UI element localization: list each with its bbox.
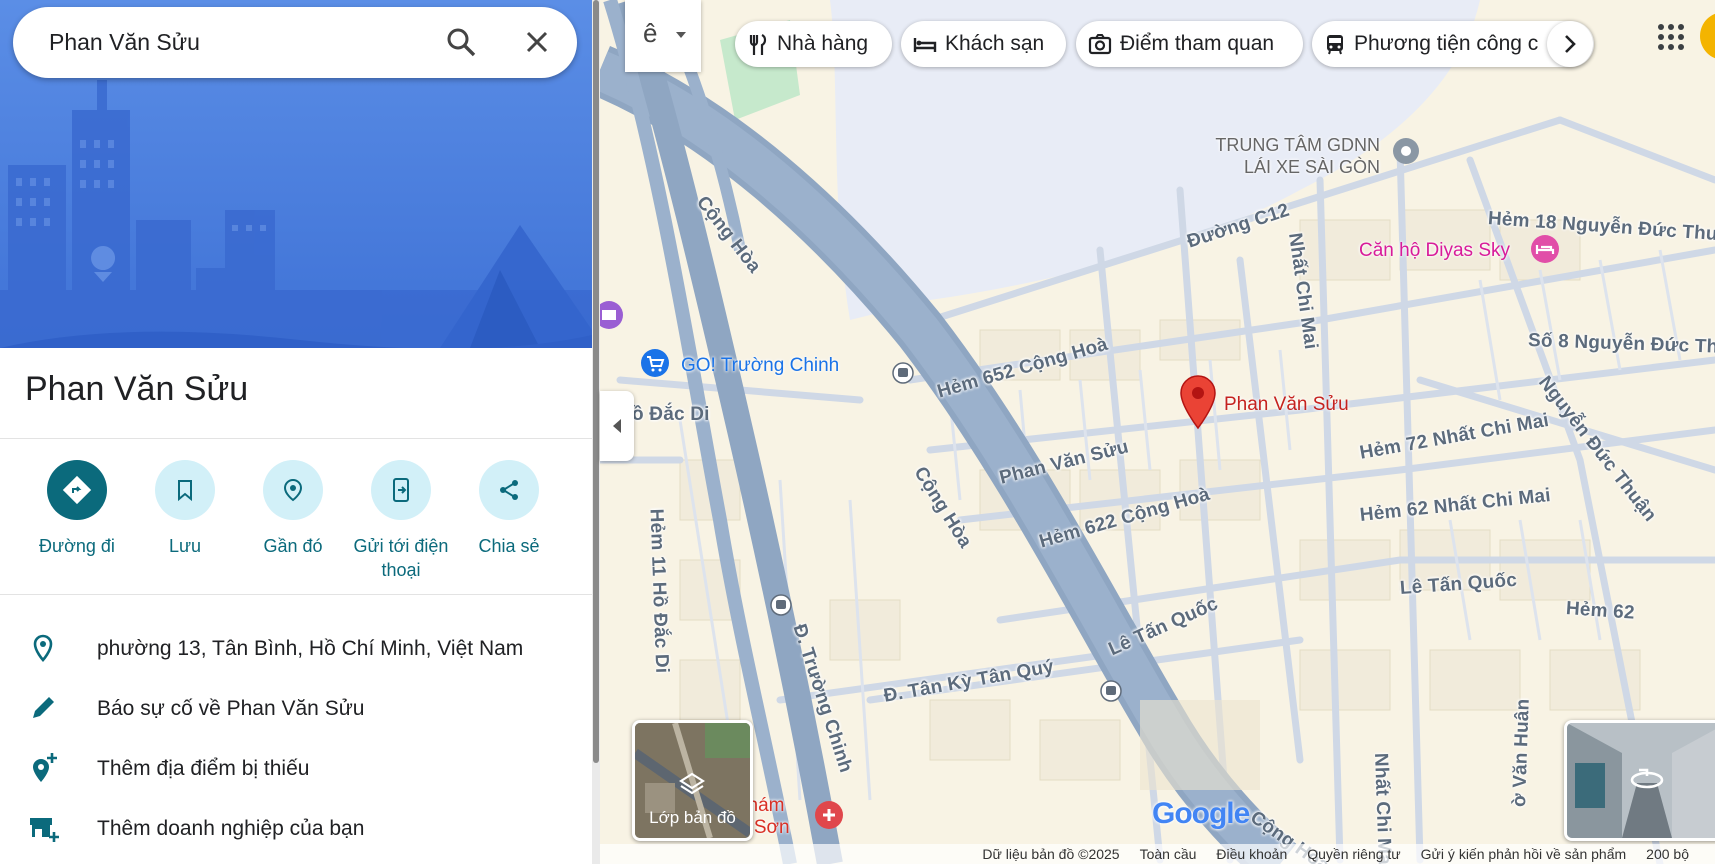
hotel-icon[interactable]	[1530, 234, 1560, 264]
collapse-panel-button[interactable]	[600, 391, 634, 461]
nearby-label: Gần đó	[263, 536, 323, 556]
share-icon	[500, 480, 518, 500]
road-label-van-huan: ờ Văn Huân	[1509, 698, 1534, 808]
bus-stop-icon[interactable]	[770, 594, 792, 616]
add-location-icon	[33, 753, 57, 782]
close-icon	[526, 31, 548, 53]
chip-attractions[interactable]: Điểm tham quan	[1076, 21, 1303, 67]
place-hero-illustration: Phan Văn Sửu	[0, 0, 592, 348]
selected-place-marker-icon[interactable]	[1178, 374, 1218, 430]
clear-search-button[interactable]	[519, 24, 555, 60]
footer-feedback-link[interactable]: Gửi ý kiến phản hồi về sản phẩm	[1421, 846, 1627, 862]
nearby-icon	[283, 478, 303, 502]
footer-global-link[interactable]: Toàn cầu	[1140, 846, 1197, 862]
divider	[0, 438, 592, 439]
road-label-hem-62: Hẻm 62	[1565, 598, 1636, 624]
chip-hotels-label: Khách sạn	[945, 32, 1045, 55]
search-box[interactable]: Phan Văn Sửu	[13, 7, 577, 78]
poi-driving-school-line2: LÁI XE SÀI GÒN	[1243, 157, 1380, 177]
chevron-down-icon[interactable]	[675, 30, 687, 40]
save-label: Lưu	[168, 536, 202, 556]
address-row[interactable]: phường 13, Tân Bình, Hồ Chí Minh, Việt N…	[0, 623, 592, 673]
input-tools-label: ê	[643, 18, 658, 48]
map-layers-button[interactable]: Lớp bản đồ	[632, 720, 753, 841]
poi-driving-school[interactable]: TRUNG TÂM GDNN LÁI XE SÀI GÒN	[1200, 134, 1380, 178]
save-button[interactable]: Lưu	[130, 460, 240, 558]
place-title: Phan Văn Sửu	[25, 370, 249, 408]
add-business-text: Thêm doanh nghiệp của bạn	[97, 817, 365, 840]
share-button[interactable]: Chia sẻ	[454, 460, 564, 558]
search-icon	[447, 28, 476, 57]
chip-transit-label: Phương tiện công c	[1354, 32, 1539, 55]
footer-terms-link[interactable]: Điều khoản	[1216, 846, 1287, 862]
street-view-thumbnail[interactable]	[1564, 720, 1715, 841]
map-layers-label: Lớp bản đồ	[649, 808, 736, 827]
hospital-icon[interactable]	[814, 800, 844, 830]
chips-next-button[interactable]	[1547, 21, 1593, 67]
poi-pin-icon[interactable]	[1392, 137, 1420, 165]
share-label: Chia sẻ	[478, 536, 540, 556]
chip-restaurants[interactable]: Nhà hàng	[735, 21, 892, 67]
search-button[interactable]	[443, 24, 479, 60]
layers-icon	[679, 772, 705, 795]
rotate-360-icon	[1630, 768, 1664, 789]
google-logo-text: Google	[1152, 797, 1250, 830]
chevron-left-icon	[613, 419, 621, 433]
send-to-phone-label: Gửi tới điện thoại	[353, 536, 449, 580]
input-tools-button[interactable]: ê	[625, 0, 701, 72]
directions-label: Đường đi	[39, 536, 115, 556]
map-data-credit: Dữ liệu bản đồ ©2025	[982, 846, 1120, 862]
apps-grid-icon[interactable]	[1656, 22, 1686, 52]
bus-stop-icon[interactable]	[1100, 680, 1122, 702]
pencil-icon	[33, 697, 54, 718]
chevron-right-icon	[1565, 35, 1576, 53]
fork-knife-icon	[749, 34, 767, 55]
transit-icon	[1327, 35, 1343, 55]
divider	[0, 594, 592, 595]
panel-scrollbar-thumb[interactable]	[593, 0, 599, 763]
location-pin-icon	[33, 634, 53, 662]
add-business-icon	[30, 818, 59, 842]
google-logo: Google	[1152, 797, 1250, 831]
directions-icon	[62, 475, 92, 505]
road-label-o-dac-di: ồ Đắc Di	[632, 404, 710, 425]
place-panel: Phan Văn Sửu Phan Văn Sửu Đường đi Lưu G…	[0, 0, 592, 864]
phone-send-icon	[393, 478, 409, 502]
directions-button[interactable]: Đường đi	[22, 460, 132, 558]
scale-label[interactable]: 200 bộ	[1646, 846, 1689, 862]
add-place-text: Thêm địa điểm bị thiếu	[97, 757, 310, 780]
footer-privacy-link[interactable]: Quyền riêng tư	[1307, 846, 1400, 862]
camera-icon	[1088, 34, 1112, 55]
cinema-icon[interactable]	[600, 300, 624, 330]
map-footer: Dữ liệu bản đồ ©2025 Toàn cầu Điều khoản…	[600, 844, 1715, 864]
chip-attractions-label: Điểm tham quan	[1120, 32, 1275, 55]
report-issue-row[interactable]: Báo sự cố về Phan Văn Sửu	[0, 683, 592, 733]
address-text: phường 13, Tân Bình, Hồ Chí Minh, Việt N…	[97, 637, 524, 660]
chip-restaurants-label: Nhà hàng	[777, 32, 869, 55]
bus-stop-icon[interactable]	[892, 362, 914, 384]
report-issue-text: Báo sự cố về Phan Văn Sửu	[97, 697, 365, 720]
add-place-row[interactable]: Thêm địa điểm bị thiếu	[0, 743, 592, 793]
poi-driving-school-line1: TRUNG TÂM GDNN	[1215, 135, 1380, 155]
bed-icon	[913, 38, 937, 52]
poi-diyas-sky[interactable]: Căn hộ Diyas Sky	[1359, 240, 1510, 262]
add-business-row[interactable]: Thêm doanh nghiệp của bạn	[0, 803, 592, 853]
search-input[interactable]: Phan Văn Sửu	[49, 29, 200, 56]
nearby-button[interactable]: Gần đó	[238, 460, 348, 558]
send-to-phone-button[interactable]: Gửi tới điện thoại	[346, 460, 456, 582]
chip-hotels[interactable]: Khách sạn	[901, 21, 1066, 67]
poi-go-truong-chinh[interactable]: GO! Trường Chinh	[681, 355, 839, 377]
bookmark-icon	[178, 480, 192, 502]
shopping-cart-icon[interactable]	[640, 348, 670, 378]
map-canvas[interactable]: Cộng Hòa Cộng Hòa Cộng Hòa Đường C12 Hẻm…	[600, 0, 1715, 864]
selected-place-label[interactable]: Phan Văn Sửu	[1224, 394, 1349, 416]
